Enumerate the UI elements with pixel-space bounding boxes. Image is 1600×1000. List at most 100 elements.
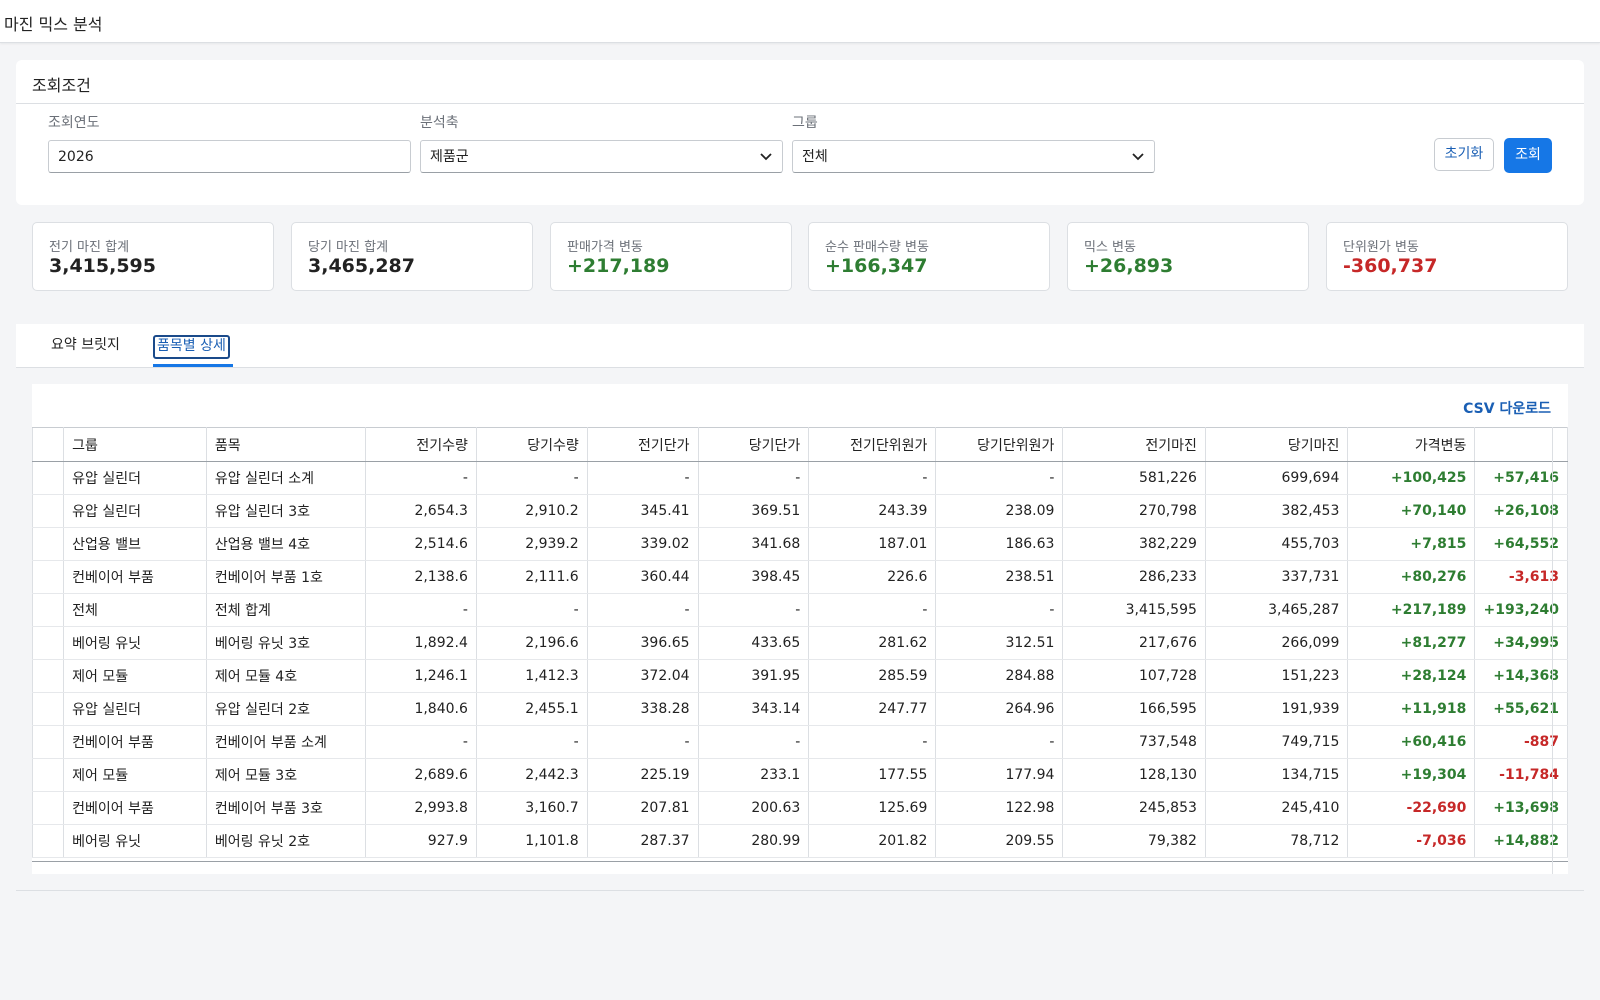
table-cell: 1,840.6 <box>365 692 477 726</box>
column-header[interactable]: 당기마진 <box>1205 427 1349 462</box>
tab-summary-bridge[interactable]: 요약 브릿지 <box>51 334 120 356</box>
table-cell: 343.14 <box>698 692 810 726</box>
table-cell: 345.41 <box>587 494 699 528</box>
column-header[interactable]: 품목 <box>206 427 367 462</box>
table-row[interactable]: 산업용 밸브 산업용 밸브 4호 2,514.6 2,939.2 339.02 341.6… <box>32 527 1568 561</box>
table-cell: 2,111.6 <box>476 560 588 594</box>
table-cell: - <box>476 725 588 759</box>
kpi-label: 판매가격 변동 <box>567 240 643 255</box>
table-row[interactable]: 컨베이어 부품 컨베이어 부품 3호 2,993.8 3,160.7 207.81 200… <box>32 791 1568 825</box>
table-cell: 398.45 <box>698 560 810 594</box>
table-cell: 245,853 <box>1062 791 1206 825</box>
table-cell: 2,196.6 <box>476 626 588 660</box>
kpi-value: +26,893 <box>1084 255 1174 277</box>
row-selector-cell[interactable] <box>32 659 65 693</box>
column-header[interactable]: 가격변동 <box>1347 427 1476 462</box>
column-header[interactable]: 전기마진 <box>1062 427 1206 462</box>
table-cell: 제어 모듈 3호 <box>206 758 367 792</box>
table-cell: 285.59 <box>808 659 937 693</box>
table-row[interactable]: 베어링 유닛 베어링 유닛 2호 927.9 1,101.8 287.37 280.99 2… <box>32 824 1568 858</box>
column-header[interactable]: 당기수량 <box>476 427 588 462</box>
table-row[interactable]: 유압 실린더 유압 실린더 소계 - - - - - -581,226 699,694 +100,… <box>32 461 1568 495</box>
table-cell: 2,689.6 <box>365 758 477 792</box>
page-title: 마진 믹스 분석 <box>4 15 103 34</box>
table-cell: 2,939.2 <box>476 527 588 561</box>
table-cell: 컨베이어 부품 <box>63 725 207 759</box>
table-row[interactable]: 제어 모듈 제어 모듈 4호 1,246.1 1,412.3 372.04 391.95 2… <box>32 659 1568 693</box>
axis-select[interactable]: 제품군 <box>420 140 783 173</box>
column-header[interactable]: 그룹 <box>63 427 207 462</box>
table-cell: 컨베이어 부품 3호 <box>206 791 367 825</box>
table-cell: - <box>476 461 588 495</box>
table-cell: 78,712 <box>1205 824 1349 858</box>
row-selector-cell[interactable] <box>32 494 65 528</box>
table-cell: 전체 <box>63 593 207 627</box>
table-scroll-area[interactable]: 그룹 품목 전기수량 당기수량 전기단가 당기단가 전기단위원가 당기단위원가 … <box>32 427 1568 861</box>
table-cell: -22,690 <box>1347 791 1476 825</box>
table-cell: 186.63 <box>935 527 1064 561</box>
row-selector-cell[interactable] <box>32 560 65 594</box>
row-selector-cell[interactable] <box>32 758 65 792</box>
table-cell: 391.95 <box>698 659 810 693</box>
table-cell: - <box>698 593 810 627</box>
table-cell: +100,425 <box>1347 461 1476 495</box>
table-cell: - <box>698 725 810 759</box>
table-cell: - <box>935 725 1064 759</box>
column-header[interactable]: 전기단위원가 <box>808 427 937 462</box>
table-cell: +60,416 <box>1347 725 1476 759</box>
row-selector-cell[interactable] <box>32 824 65 858</box>
table-cell: 433.65 <box>698 626 810 660</box>
column-header[interactable]: 전기수량 <box>365 427 477 462</box>
table-cell: 187.01 <box>808 527 937 561</box>
table-cell: 전체 합계 <box>206 593 367 627</box>
csv-download-link[interactable]: CSV 다운로드 <box>1463 398 1551 418</box>
row-selector-cell[interactable] <box>32 527 65 561</box>
column-header[interactable]: 당기단위원가 <box>935 427 1064 462</box>
kpi-value: 3,465,287 <box>308 255 415 277</box>
table-row[interactable]: 유압 실린더 유압 실린더 3호 2,654.3 2,910.2 345.41 369.5… <box>32 494 1568 528</box>
reset-button[interactable]: 초기화 <box>1434 138 1494 171</box>
table-cell: 338.28 <box>587 692 699 726</box>
table-row[interactable]: 제어 모듈 제어 모듈 3호 2,689.6 2,442.3 225.19 233.1 17… <box>32 758 1568 792</box>
group-select-value: 전체 <box>802 149 828 165</box>
filter-panel: 조회조건 조회연도 2026 분석축 제품군 그룹 전체 초기화 조회 <box>16 60 1584 205</box>
filter-panel-title: 조회조건 <box>32 76 91 95</box>
table-cell: 286,233 <box>1062 560 1206 594</box>
table-cell: 유압 실린더 2호 <box>206 692 367 726</box>
row-selector-cell[interactable] <box>32 626 65 660</box>
kpi-card: 단위원가 변동 -360,737 <box>1326 222 1568 291</box>
table-row[interactable]: 유압 실린더 유압 실린더 2호 1,840.6 2,455.1 338.28 343.1… <box>32 692 1568 726</box>
group-select[interactable]: 전체 <box>792 140 1155 173</box>
year-input[interactable]: 2026 <box>48 140 411 173</box>
table-row[interactable]: 전체 전체 합계 - - - - - -3,415,595 3,465,287 +217,189 +… <box>32 593 1568 627</box>
table-row[interactable]: 베어링 유닛 베어링 유닛 3호 1,892.4 2,196.6 396.65 433.6… <box>32 626 1568 660</box>
table-cell: 238.09 <box>935 494 1064 528</box>
kpi-label: 순수 판매수량 변동 <box>825 240 929 255</box>
table-cell: - <box>935 461 1064 495</box>
row-selector-cell[interactable] <box>32 593 65 627</box>
vertical-scrollbar[interactable] <box>1552 427 1569 874</box>
table-row[interactable]: 컨베이어 부품 컨베이어 부품 1호 2,138.6 2,111.6 360.44 398… <box>32 560 1568 594</box>
row-selector-cell[interactable] <box>32 692 65 726</box>
table-row[interactable]: 컨베이어 부품 컨베이어 부품 소계 - - - - - -737,548 749,715 +60… <box>32 725 1568 759</box>
column-header[interactable]: 전기단가 <box>587 427 699 462</box>
table-cell: 유압 실린더 <box>63 461 207 495</box>
table-cell: 유압 실린더 3호 <box>206 494 367 528</box>
table-cell: - <box>808 725 937 759</box>
column-header[interactable]: 당기단가 <box>698 427 810 462</box>
row-selector-cell[interactable] <box>32 791 65 825</box>
kpi-value: +217,189 <box>567 255 670 277</box>
table-cell: 264.96 <box>935 692 1064 726</box>
kpi-label: 전기 마진 합계 <box>49 240 130 255</box>
row-selector-cell[interactable] <box>32 461 65 495</box>
search-button[interactable]: 조회 <box>1504 138 1552 173</box>
table-cell: 1,892.4 <box>365 626 477 660</box>
table-cell: 270,798 <box>1062 494 1206 528</box>
table-cell: - <box>365 593 477 627</box>
table-cell: -7,036 <box>1347 824 1476 858</box>
row-selector-cell[interactable] <box>32 725 65 759</box>
tab-item-detail[interactable]: 품목별 상세 <box>153 335 230 359</box>
table-cell: +217,189 <box>1347 593 1476 627</box>
chevron-down-icon <box>760 153 772 161</box>
table-cell: +19,304 <box>1347 758 1476 792</box>
